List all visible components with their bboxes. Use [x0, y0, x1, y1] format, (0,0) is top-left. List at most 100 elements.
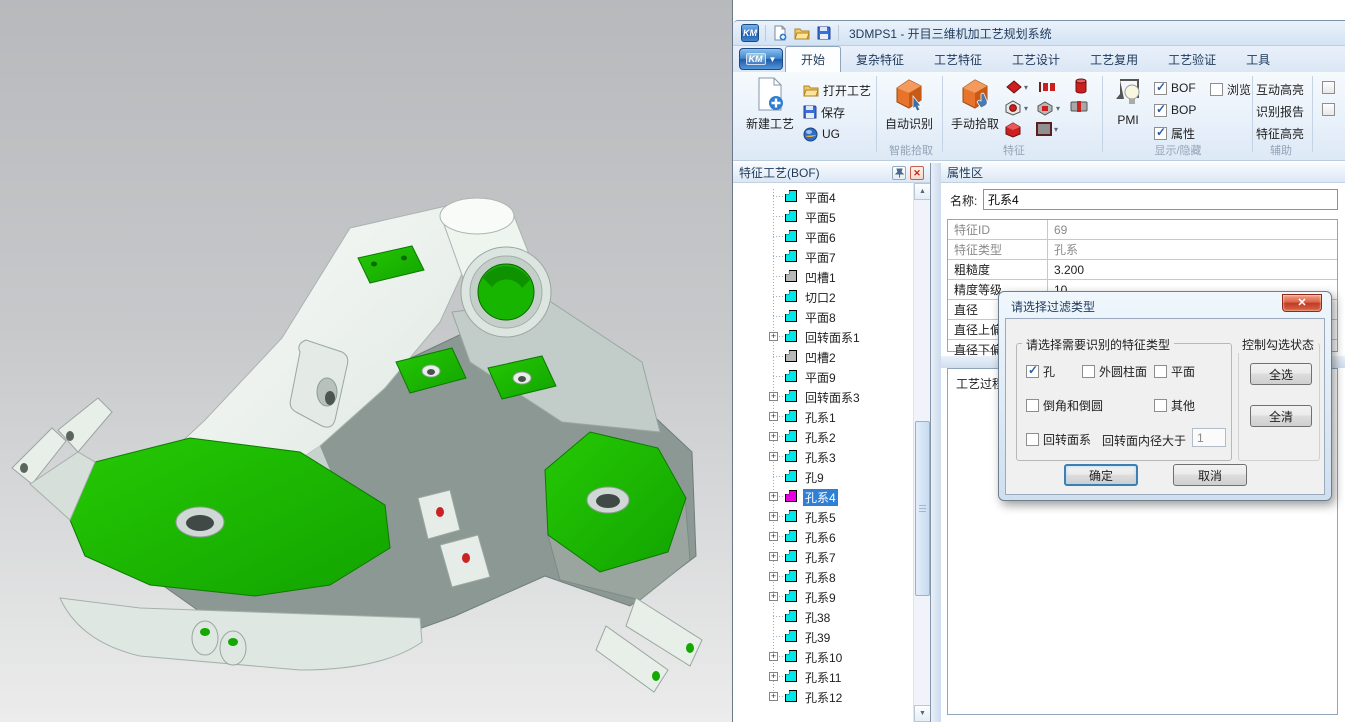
tree-item-label[interactable]: 回转面系3 — [803, 389, 862, 406]
feature-slot-icon[interactable] — [1038, 80, 1056, 94]
close-icon[interactable]: ✕ — [910, 166, 924, 180]
tree-item[interactable]: +凹槽2 — [733, 346, 913, 366]
checkbox-icon[interactable] — [1026, 433, 1039, 446]
scroll-down-icon[interactable]: ▼ — [914, 705, 930, 722]
tree-item[interactable]: +平面8 — [733, 306, 913, 326]
feature-plane-icon[interactable]: ▾ — [1006, 80, 1028, 94]
tree-item-label[interactable]: 孔系3 — [803, 449, 838, 466]
feature-frame-icon[interactable]: ▾ — [1036, 122, 1058, 136]
expander-icon[interactable]: + — [769, 672, 778, 681]
tree-item-label[interactable]: 孔系5 — [803, 509, 838, 526]
tree-item[interactable]: + 孔系4 — [733, 486, 913, 506]
tree-item[interactable]: +孔9 — [733, 466, 913, 486]
tree-item-label[interactable]: 孔9 — [803, 469, 826, 486]
tree-item-label[interactable]: 孔系12 — [803, 689, 844, 706]
new-document-icon[interactable] — [772, 25, 788, 41]
tree-item-label[interactable]: 平面5 — [803, 209, 838, 226]
tree-item-label[interactable]: 孔39 — [803, 629, 832, 646]
feature-cylinder-icon[interactable] — [1075, 78, 1087, 94]
3d-viewport[interactable] — [0, 0, 733, 722]
feature-cube-icon[interactable] — [1004, 122, 1021, 138]
expander-icon[interactable]: + — [769, 492, 778, 501]
tree-item[interactable]: +孔系3 — [733, 446, 913, 466]
checkbox-browse[interactable]: 浏览 — [1210, 81, 1251, 98]
clear-all-button[interactable]: 全清 — [1250, 405, 1312, 427]
tree-item[interactable]: + 回转面系3 — [733, 386, 913, 406]
expander-icon[interactable]: + — [769, 652, 778, 661]
tab-工艺特征[interactable]: 工艺特征 — [919, 46, 997, 72]
tree-item-label[interactable]: 孔系7 — [803, 549, 838, 566]
tree-item-label[interactable]: 孔38 — [803, 609, 832, 626]
tree-item[interactable]: + 孔系11 — [733, 666, 913, 686]
tree-item[interactable]: + 孔系7 — [733, 546, 913, 566]
expander-icon[interactable]: + — [769, 332, 778, 341]
auto-recognize-button[interactable]: 自动识别 — [880, 76, 938, 140]
tree-item[interactable]: +孔系10 — [733, 646, 913, 666]
tree-item-label[interactable]: 孔系2 — [803, 429, 838, 446]
checkbox-icon[interactable] — [1026, 399, 1039, 412]
tab-复杂特征[interactable]: 复杂特征 — [841, 46, 919, 72]
expander-icon[interactable]: + — [769, 432, 778, 441]
tree-item[interactable]: +孔系5 — [733, 506, 913, 526]
tree-item-label[interactable]: 平面9 — [803, 369, 838, 386]
tree-item-label[interactable]: 孔系6 — [803, 529, 838, 546]
open-folder-icon[interactable] — [794, 25, 810, 41]
new-process-button[interactable]: 新建工艺 — [741, 76, 799, 140]
checkbox-icon[interactable] — [1154, 82, 1167, 95]
tree-item[interactable]: +平面9 — [733, 366, 913, 386]
tree-item-label[interactable]: 平面4 — [803, 189, 838, 206]
feature-pocket-icon[interactable]: ▾ — [1036, 100, 1060, 116]
property-value[interactable]: 孔系 — [1048, 240, 1337, 259]
tab-工艺设计[interactable]: 工艺设计 — [997, 46, 1075, 72]
edge-checkbox-1[interactable] — [1322, 81, 1335, 94]
checkbox-icon[interactable] — [1154, 127, 1167, 140]
aux-link-2[interactable]: 识别报告 — [1256, 103, 1304, 120]
tree-item-label[interactable]: 孔系9 — [803, 589, 838, 606]
tab-工艺验证[interactable]: 工艺验证 — [1153, 46, 1231, 72]
tab-开始[interactable]: 开始 — [785, 46, 841, 72]
tree-item-label[interactable]: 孔系8 — [803, 569, 838, 586]
tree-item-label[interactable]: 孔系1 — [803, 409, 838, 426]
ug-button[interactable]: UG — [803, 124, 840, 144]
tree-item-label[interactable]: 切口2 — [803, 289, 838, 306]
checkbox-bof[interactable]: BOF — [1154, 81, 1196, 95]
expander-icon[interactable]: + — [769, 572, 778, 581]
tree-item[interactable]: + 孔系8 — [733, 566, 913, 586]
3d-model[interactable] — [0, 0, 733, 722]
app-logo-icon[interactable]: KM — [741, 24, 759, 42]
tree-item-label[interactable]: 孔系4 — [803, 489, 838, 506]
aux-link-1[interactable]: 互动高亮 — [1256, 81, 1304, 98]
checkbox-other[interactable]: 其他 — [1154, 397, 1195, 414]
tree-item[interactable]: +孔系1 — [733, 406, 913, 426]
expander-icon[interactable]: + — [769, 552, 778, 561]
tab-工具[interactable]: 工具 — [1231, 46, 1285, 72]
checkbox-icon[interactable] — [1154, 365, 1167, 378]
tree-item-label[interactable]: 回转面系1 — [803, 329, 862, 346]
checkbox-outer-cylinder[interactable]: 外圆柱面 — [1082, 363, 1147, 380]
checkbox-bop[interactable]: BOP — [1154, 103, 1196, 117]
checkbox-icon[interactable] — [1210, 83, 1223, 96]
pmi-button[interactable]: PMI — [1106, 76, 1150, 140]
panel-splitter[interactable] — [931, 163, 941, 722]
aux-link-3[interactable]: 特征高亮 — [1256, 125, 1304, 142]
select-all-button[interactable]: 全选 — [1250, 363, 1312, 385]
name-input[interactable] — [983, 189, 1338, 210]
expander-icon[interactable]: + — [769, 392, 778, 401]
checkbox-icon[interactable] — [1154, 399, 1167, 412]
open-process-button[interactable]: 打开工艺 — [803, 80, 871, 100]
tree-item-label[interactable]: 平面7 — [803, 249, 838, 266]
tree-item-label[interactable]: 孔系11 — [803, 669, 843, 686]
ok-button[interactable]: 确定 — [1064, 464, 1138, 486]
tree-item[interactable]: +平面6 — [733, 226, 913, 246]
tab-工艺复用[interactable]: 工艺复用 — [1075, 46, 1153, 72]
tree-item[interactable]: +孔38 — [733, 606, 913, 626]
tree-item[interactable]: +孔39 — [733, 626, 913, 646]
tree-scrollbar[interactable]: ▲ ▼ — [913, 183, 930, 722]
checkbox-icon[interactable] — [1082, 365, 1095, 378]
expander-icon[interactable]: + — [769, 592, 778, 601]
checkbox-plane[interactable]: 平面 — [1154, 363, 1195, 380]
tree-item-label[interactable]: 凹槽2 — [803, 349, 838, 366]
feature-hole-box-icon[interactable]: ▾ — [1004, 100, 1028, 116]
expander-icon[interactable]: + — [769, 532, 778, 541]
edge-checkbox-2[interactable] — [1322, 103, 1335, 116]
